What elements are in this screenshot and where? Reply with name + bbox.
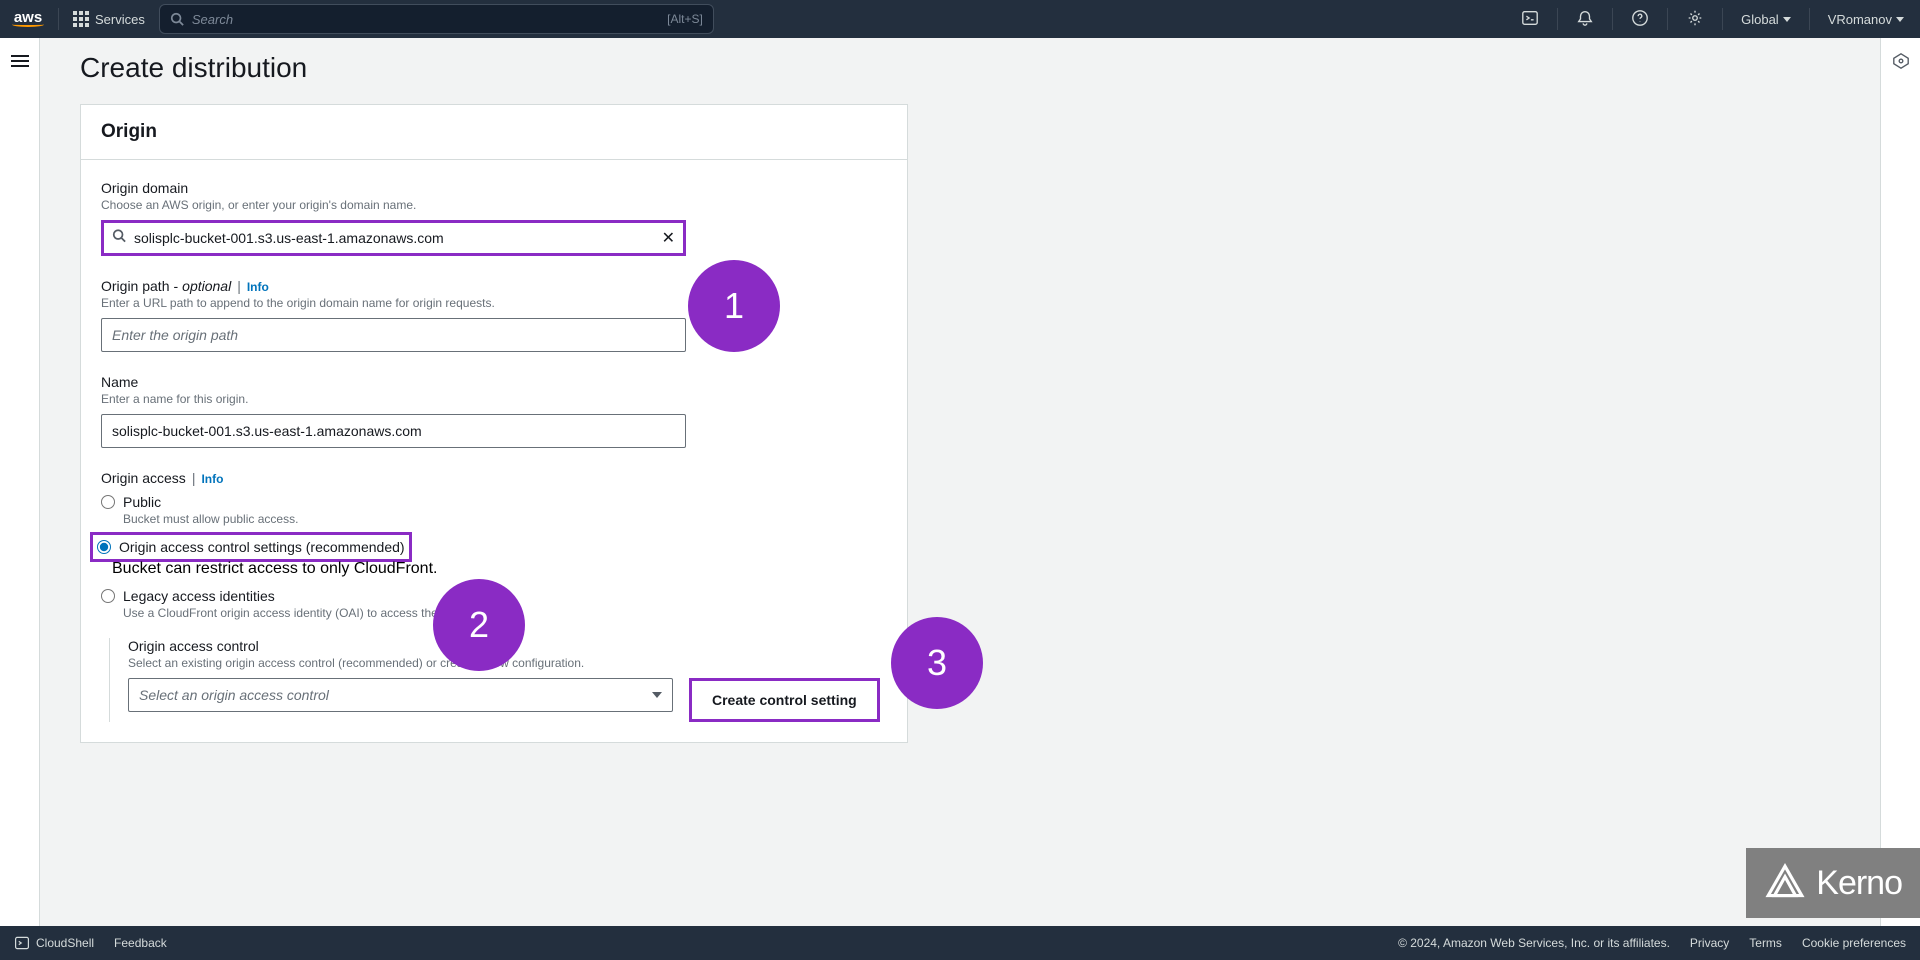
create-control-highlight: Create control setting: [689, 678, 880, 722]
origin-access-label: Origin access: [101, 470, 186, 486]
copyright-text: © 2024, Amazon Web Services, Inc. or its…: [1398, 936, 1670, 950]
radio-oac-label: Origin access control settings (recommen…: [119, 539, 405, 555]
cloudshell-icon[interactable]: [1517, 5, 1543, 34]
cloudshell-icon: [14, 935, 30, 951]
divider: [1722, 8, 1723, 30]
search-icon: [170, 12, 184, 26]
annotation-2: 2: [433, 579, 525, 671]
origin-domain-field: Origin domain Choose an AWS origin, or e…: [101, 180, 887, 256]
right-sidebar-toggle[interactable]: [1880, 38, 1920, 926]
region-selector[interactable]: Global: [1737, 12, 1795, 27]
services-button[interactable]: Services: [73, 11, 145, 27]
origin-domain-label: Origin domain: [101, 180, 887, 196]
radio-oac-hint: Bucket can restrict access to only Cloud…: [112, 560, 887, 578]
oac-select[interactable]: Select an origin access control: [128, 678, 673, 712]
radio-public-label: Public: [123, 494, 161, 510]
origin-access-info-link[interactable]: Info: [201, 472, 223, 486]
services-label: Services: [95, 12, 145, 27]
divider: [1809, 8, 1810, 30]
page-title: Create distribution: [80, 52, 1840, 84]
oac-select-placeholder: Select an origin access control: [139, 687, 329, 703]
search-input[interactable]: [192, 12, 659, 27]
radio-legacy-label: Legacy access identities: [123, 588, 275, 604]
origin-path-label: Origin path: [101, 278, 169, 294]
origin-name-hint: Enter a name for this origin.: [101, 392, 887, 406]
origin-name-input[interactable]: [101, 414, 686, 448]
annotation-3: 3: [891, 617, 983, 709]
caret-down-icon: [652, 692, 662, 698]
watermark: Kerno: [1746, 848, 1920, 918]
user-menu[interactable]: VRomanov: [1824, 12, 1908, 27]
top-nav: aws Services [Alt+S] Global VRomanov: [0, 0, 1920, 38]
left-sidebar-toggle[interactable]: [0, 38, 40, 926]
origin-path-info-link[interactable]: Info: [247, 280, 269, 294]
radio-oac: Origin access control settings (recommen…: [97, 539, 405, 555]
create-control-setting-button[interactable]: Create control setting: [694, 683, 875, 717]
clear-icon[interactable]: ✕: [662, 228, 675, 248]
annotation-1: 1: [688, 260, 780, 352]
caret-down-icon: [1896, 17, 1904, 22]
search-shortcut: [Alt+S]: [667, 12, 703, 26]
region-label: Global: [1741, 12, 1779, 27]
origin-path-optional: optional: [182, 278, 231, 294]
panel-heading: Origin: [101, 121, 887, 143]
origin-path-input[interactable]: [101, 318, 686, 352]
settings-icon[interactable]: [1682, 5, 1708, 34]
origin-domain-input[interactable]: [104, 223, 683, 253]
services-grid-icon: [73, 11, 89, 27]
cookies-link[interactable]: Cookie preferences: [1802, 936, 1906, 950]
cloudshell-label: CloudShell: [36, 936, 94, 950]
hamburger-icon: [11, 52, 29, 70]
origin-domain-hint: Choose an AWS origin, or enter your orig…: [101, 198, 887, 212]
feedback-link[interactable]: Feedback: [114, 936, 167, 950]
radio-oac-input[interactable]: [97, 540, 111, 554]
origin-name-field: Name Enter a name for this origin.: [101, 374, 887, 448]
divider: [1667, 8, 1668, 30]
username-label: VRomanov: [1828, 12, 1892, 27]
radio-legacy-input[interactable]: [101, 589, 115, 603]
panel-header: Origin: [81, 105, 907, 160]
footer: CloudShell Feedback © 2024, Amazon Web S…: [0, 926, 1920, 960]
caret-down-icon: [1783, 17, 1791, 22]
origin-domain-input-highlight: ✕: [101, 220, 686, 256]
main-content: Create distribution Origin Origin domain…: [40, 38, 1880, 926]
notifications-icon[interactable]: [1572, 5, 1598, 34]
search-icon: [112, 229, 126, 248]
divider: [1557, 8, 1558, 30]
kerno-logo-icon: [1764, 862, 1806, 904]
radio-public: Public Bucket must allow public access.: [101, 494, 887, 526]
privacy-link[interactable]: Privacy: [1690, 936, 1729, 950]
terms-link[interactable]: Terms: [1749, 936, 1782, 950]
radio-public-input[interactable]: [101, 495, 115, 509]
help-icon[interactable]: [1627, 5, 1653, 34]
divider: [58, 8, 59, 30]
radio-public-hint: Bucket must allow public access.: [123, 512, 887, 526]
aws-logo[interactable]: aws: [12, 11, 44, 28]
watermark-text: Kerno: [1816, 864, 1902, 903]
divider: [1612, 8, 1613, 30]
global-search[interactable]: [Alt+S]: [159, 4, 714, 34]
radio-oac-highlight: Origin access control settings (recommen…: [90, 532, 412, 562]
cloudshell-button[interactable]: CloudShell: [14, 935, 94, 951]
origin-name-label: Name: [101, 374, 887, 390]
info-panel-icon: [1892, 52, 1910, 70]
